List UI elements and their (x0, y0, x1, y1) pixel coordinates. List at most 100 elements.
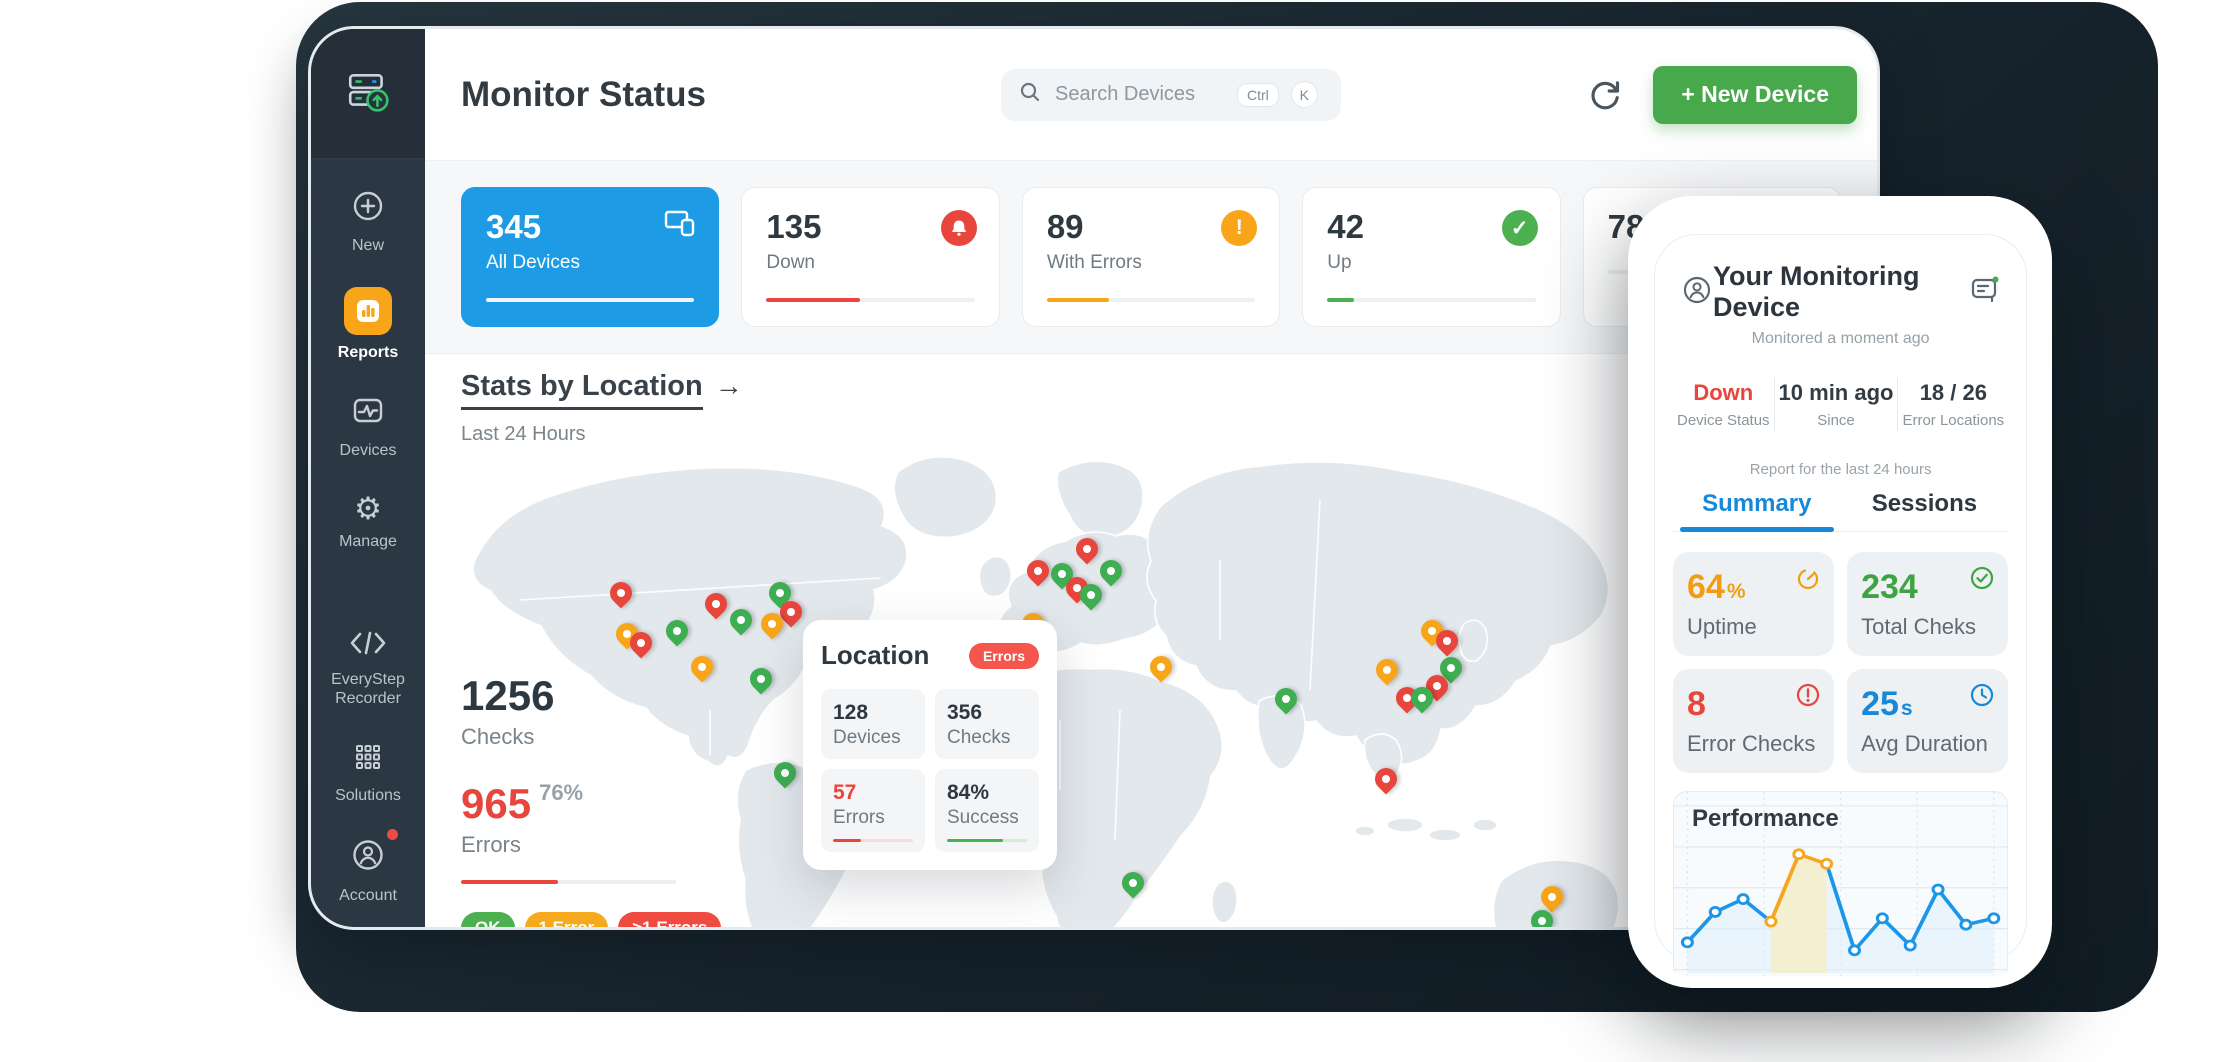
checks-value: 1256 (461, 672, 701, 720)
status-since: 10 min ago Since (1774, 378, 1898, 431)
account-icon (350, 837, 386, 878)
metric-uptime: 64% Uptime (1673, 552, 1834, 656)
stat-label: Down (766, 252, 974, 274)
tooltip-cell-checks: 356 Checks (935, 689, 1039, 759)
map-pin-error[interactable] (1022, 555, 1053, 586)
header: Monitor Status Ctrl K + New Device (425, 29, 1877, 161)
phone-screen: Your Monitoring Device Monitored a momen… (1640, 208, 2040, 976)
map-pin-warn[interactable] (1536, 881, 1567, 912)
metric-avg-duration: 25s Avg Duration (1847, 669, 2008, 773)
status-device-status: Down Device Status (1673, 378, 1774, 431)
map-subtitle: Last 24 Hours (461, 423, 743, 446)
tooltip-cell-success: 84% Success (935, 769, 1039, 852)
phone-mockup: Your Monitoring Device Monitored a momen… (1628, 196, 2052, 988)
plus-circle-icon (351, 189, 385, 228)
app-logo[interactable] (311, 29, 425, 159)
tooltip-title: Location (821, 640, 929, 671)
errors-label: Errors (461, 832, 701, 858)
person-circle-icon (1681, 274, 1713, 311)
status-error-locations: 18 / 26 Error Locations (1897, 378, 2008, 431)
tooltip-cell-errors: 57 Errors (821, 769, 925, 852)
sidebar: New Reports Devices ⚙ Manage (311, 29, 425, 927)
errors-value: 96576% (461, 780, 701, 828)
shortcut-k-key: K (1291, 81, 1318, 108)
map-pin-warn[interactable] (1371, 654, 1402, 685)
page-title: Monitor Status (461, 75, 706, 115)
stat-card-down[interactable]: 135 Down (741, 187, 999, 327)
gauge-icon (1795, 565, 1821, 591)
device-subtitle: Monitored a moment ago (1673, 330, 2008, 348)
metric-cards: 64% Uptime 234 Total Cheks 8 Error Check… (1673, 552, 2008, 773)
errors-percent: 76% (539, 780, 583, 805)
sidebar-item-everystep-recorder[interactable]: EveryStep Recorder (311, 629, 425, 708)
search-box[interactable]: Ctrl K (1001, 69, 1341, 121)
new-device-label: + New Device (1681, 81, 1829, 108)
grid-dots-icon (352, 741, 384, 778)
tab-summary[interactable]: Summary (1673, 490, 1841, 531)
map-pin-ok[interactable] (1117, 867, 1148, 898)
map-pin-ok[interactable] (745, 663, 776, 694)
sidebar-item-label: Solutions (331, 786, 405, 805)
map-pin-error[interactable] (1071, 533, 1102, 564)
map-pin-error[interactable] (605, 577, 636, 608)
stat-card-all-devices[interactable]: 345 All Devices (461, 187, 719, 327)
stat-label: With Errors (1047, 252, 1255, 274)
location-tooltip: Location Errors 128 Devices 356 Checks 5… (803, 620, 1057, 870)
bar-chart-icon (344, 287, 392, 335)
legend-many-errors: >1 Errors (618, 912, 721, 927)
sidebar-item-label: Account (335, 886, 401, 905)
errors-progress-bar (461, 880, 676, 884)
report-note: Report for the last 24 hours (1673, 461, 2008, 478)
device-activity-icon (350, 394, 386, 433)
tooltip-cell-devices: 128 Devices (821, 689, 925, 759)
legend-one-error: 1 Error (525, 912, 609, 927)
device-card: Your Monitoring Device Monitored a momen… (1654, 234, 2027, 962)
stat-card-up[interactable]: 42 Up ✓ (1302, 187, 1560, 327)
search-icon (1019, 81, 1041, 108)
map-pin-warn[interactable] (1145, 651, 1176, 682)
stat-card-with-errors[interactable]: 89 With Errors ! (1022, 187, 1280, 327)
error-circle-icon (1795, 682, 1821, 708)
map-pin-ok[interactable] (1095, 555, 1126, 586)
arrow-right-icon: → (715, 370, 743, 401)
sidebar-item-solutions[interactable]: Solutions (311, 741, 425, 805)
refresh-button[interactable] (1587, 77, 1623, 113)
stat-label: Up (1327, 252, 1535, 274)
device-status-row: Down Device Status 10 min ago Since 18 /… (1673, 378, 2008, 431)
check-circle-icon (1969, 565, 1995, 591)
search-input[interactable] (1053, 82, 1225, 107)
stat-label: All Devices (486, 252, 694, 274)
sidebar-item-label: New (348, 236, 388, 255)
notification-dot (387, 829, 398, 840)
map-pin-error[interactable] (1370, 763, 1401, 794)
sidebar-item-label: EveryStep Recorder (311, 670, 425, 708)
map-pin-ok[interactable] (1270, 683, 1301, 714)
check-icon: ✓ (1502, 210, 1538, 246)
warning-icon: ! (1221, 210, 1257, 246)
sidebar-item-account[interactable]: Account (311, 837, 425, 905)
sidebar-item-label: Manage (335, 532, 401, 551)
sidebar-item-devices[interactable]: Devices (311, 394, 425, 460)
gear-icon: ⚙ (354, 493, 382, 524)
map-heading: Stats by Location → Last 24 Hours (461, 370, 743, 446)
performance-panel: Performance (1673, 791, 2008, 976)
sidebar-item-new[interactable]: New (311, 189, 425, 255)
metric-total-checks: 234 Total Cheks (1847, 552, 2008, 656)
stats-by-location-link[interactable]: Stats by Location (461, 370, 703, 410)
new-device-button[interactable]: + New Device (1653, 66, 1857, 124)
sidebar-item-manage[interactable]: ⚙ Manage (311, 493, 425, 551)
message-note-icon[interactable] (1970, 275, 2000, 310)
map-pin-error[interactable] (700, 588, 731, 619)
checks-label: Checks (461, 724, 701, 750)
server-upload-logo-icon (345, 68, 391, 119)
map-pin-ok[interactable] (661, 615, 692, 646)
sidebar-item-reports[interactable]: Reports (311, 287, 425, 362)
map-pin-ok[interactable] (769, 757, 800, 788)
devices-icon (662, 206, 698, 242)
device-title: Your Monitoring Device (1713, 261, 1970, 323)
map-pin-ok[interactable] (725, 604, 756, 635)
metric-error-checks: 8 Error Checks (1673, 669, 1834, 773)
tab-sessions[interactable]: Sessions (1841, 490, 2009, 531)
bell-icon (941, 210, 977, 246)
legend-ok: OK (461, 912, 515, 927)
